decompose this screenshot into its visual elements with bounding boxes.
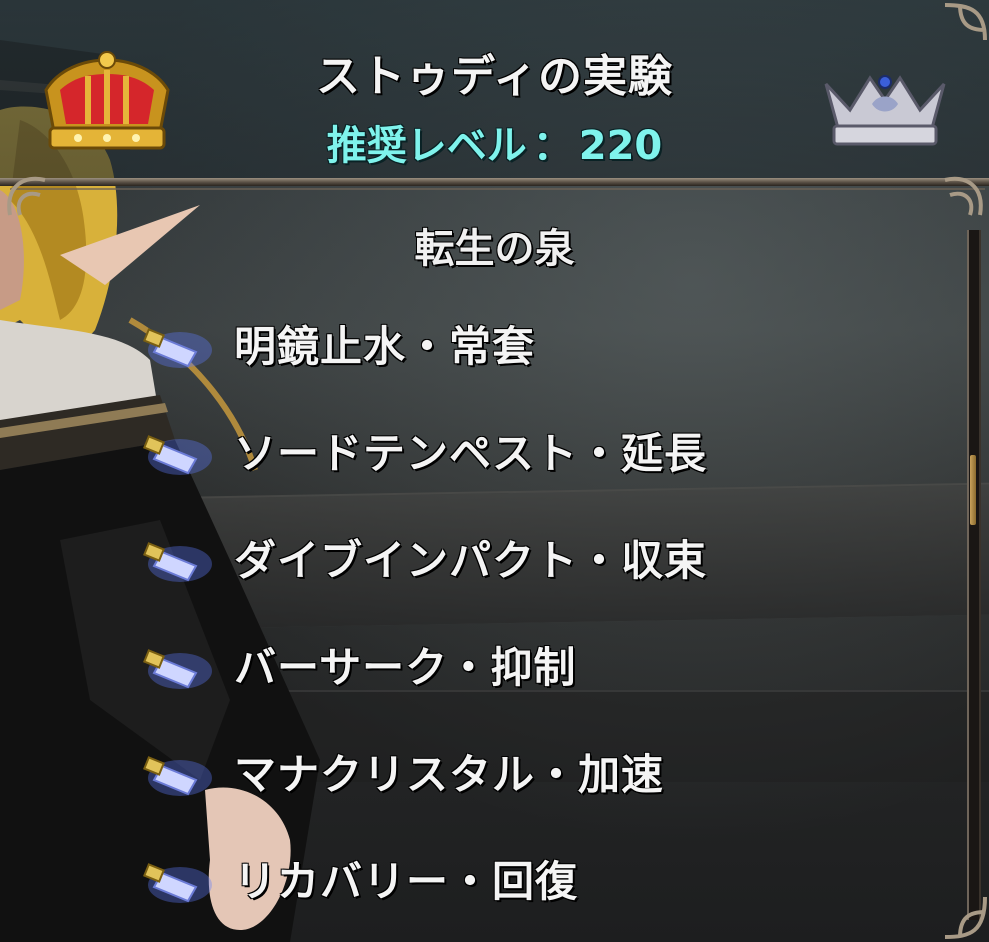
ornate-corner-icon <box>944 3 987 41</box>
skill-name: リカバリー・回復 <box>234 857 579 906</box>
list-item[interactable]: バーサーク・抑制 <box>140 611 940 718</box>
crystal-usb-icon <box>143 541 212 582</box>
game-screen: ストゥディの実験 推奨レベル： 220 転生の泉 明鏡止水・常套 ソードテンペスト… <box>0 0 989 942</box>
ornate-corner-icon <box>7 176 46 216</box>
recommended-level: 推奨レベル： 220 <box>0 113 989 171</box>
list-item[interactable]: リカバリー・回復 <box>140 825 940 932</box>
list-item[interactable]: ソードテンペスト・延長 <box>140 397 940 504</box>
crystal-usb-icon <box>143 648 212 689</box>
skill-name: ダイブインパクト・収束 <box>234 536 708 585</box>
crystal-usb-icon <box>143 862 212 903</box>
skill-name: バーサーク・抑制 <box>234 643 577 692</box>
recommended-level-label: 推奨レベル <box>326 123 527 169</box>
ornate-corner-icon <box>944 896 987 939</box>
reward-section-title: 転生の泉 <box>414 226 575 272</box>
header-divider <box>0 178 989 186</box>
scrollbar[interactable] <box>967 230 981 920</box>
crystal-usb-icon <box>143 327 212 368</box>
scrollbar-thumb[interactable] <box>970 455 976 525</box>
list-item[interactable]: ダイブインパクト・収束 <box>140 504 940 611</box>
level-separator: ： <box>532 123 573 169</box>
skill-name: マナクリスタル・加速 <box>234 750 665 799</box>
ornate-corner-icon <box>944 176 983 216</box>
crystal-usb-icon <box>143 755 212 796</box>
skill-name: ソードテンペスト・延長 <box>234 429 708 478</box>
quest-title: ストゥディの実験 <box>316 51 673 102</box>
skill-list[interactable]: 明鏡止水・常套 ソードテンペスト・延長 ダイブインパクト・収束 バーサーク・抑制… <box>140 290 940 932</box>
skill-name: 明鏡止水・常套 <box>234 322 536 371</box>
recommended-level-value: 220 <box>578 123 663 169</box>
header-divider-line <box>10 188 985 190</box>
crystal-usb-icon <box>143 434 212 475</box>
list-item[interactable]: マナクリスタル・加速 <box>140 718 940 825</box>
list-item[interactable]: 明鏡止水・常套 <box>140 290 940 397</box>
